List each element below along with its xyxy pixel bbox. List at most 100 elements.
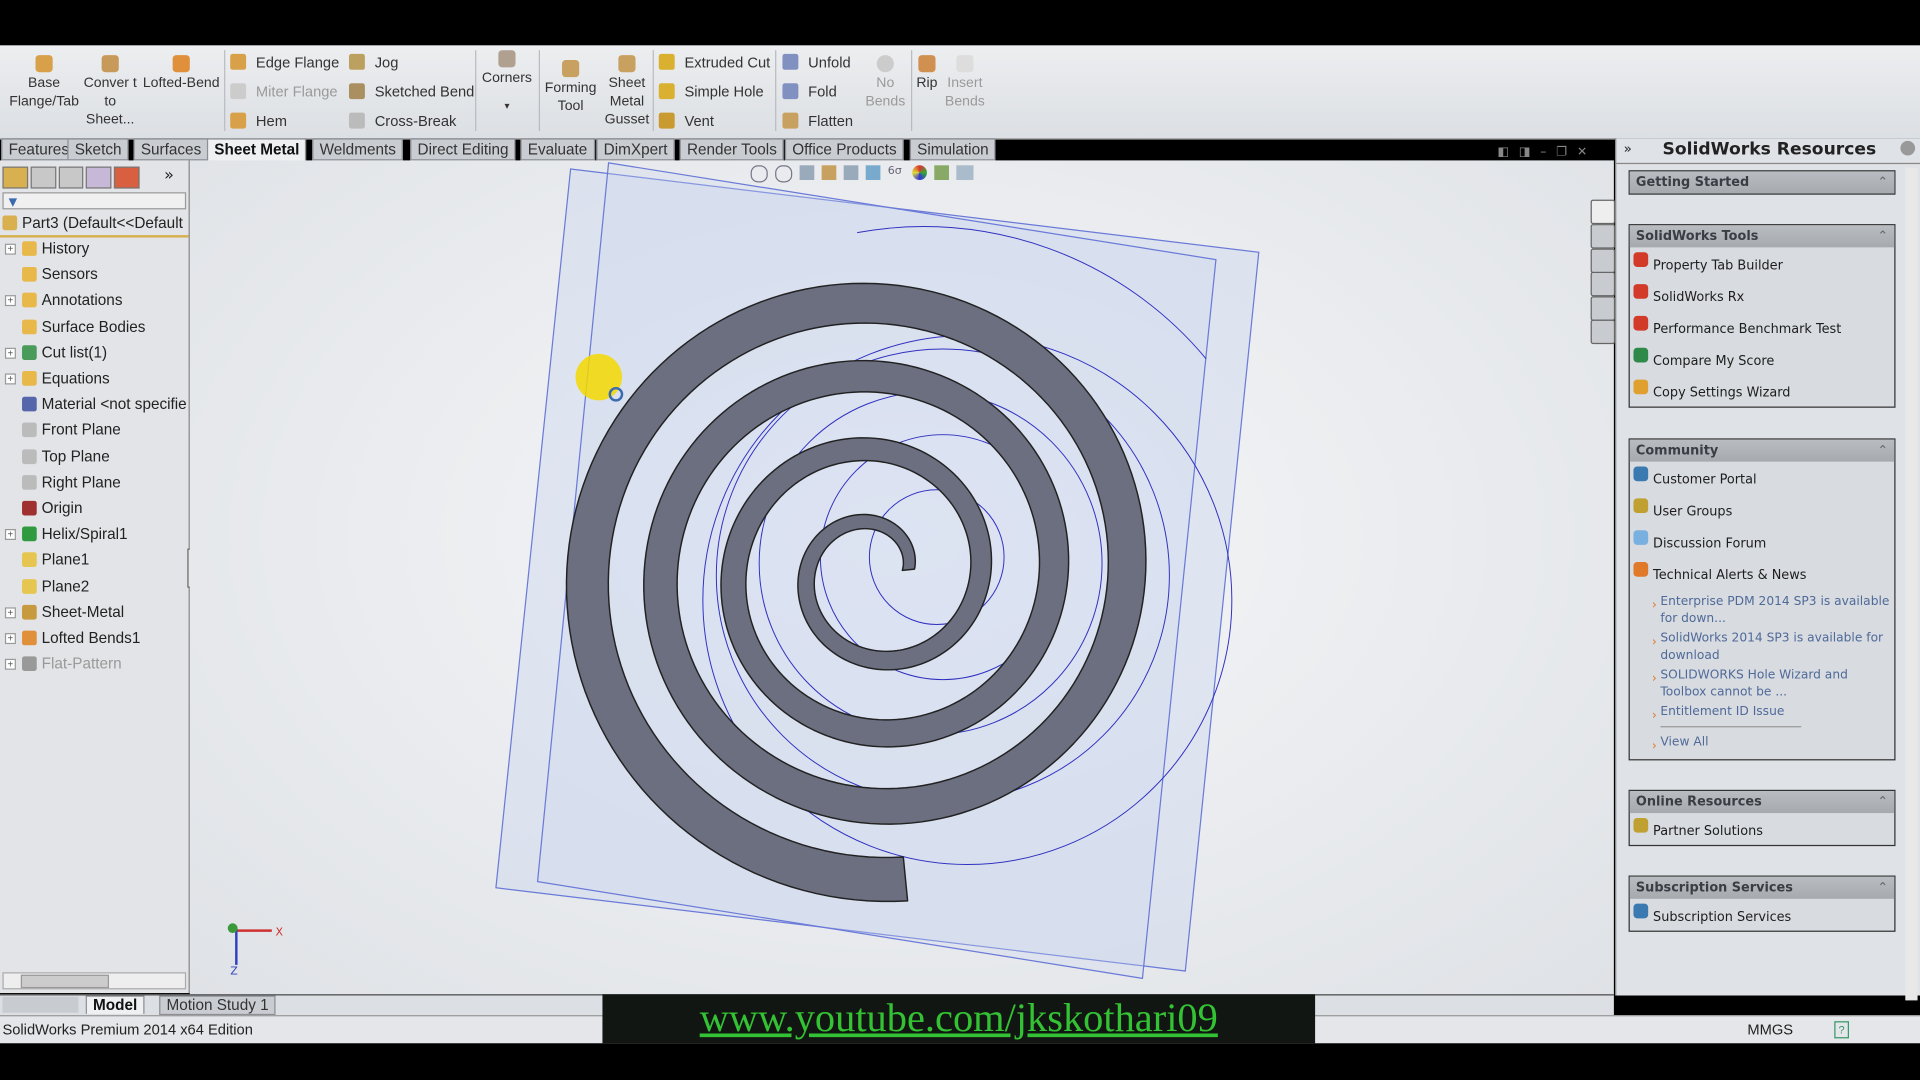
resource-link[interactable]: Customer Portal — [1630, 462, 1894, 494]
convert-to-sheet-button[interactable]: Conver t to Sheet... — [83, 45, 137, 129]
home-tab-icon[interactable] — [1590, 199, 1616, 225]
appearance-icon[interactable] — [912, 165, 927, 181]
collapse-taskpane-arrow[interactable]: » — [1624, 141, 1632, 157]
section-view-icon[interactable] — [821, 165, 837, 181]
units-selector[interactable]: MMGS — [1747, 1016, 1793, 1043]
base-flange-button[interactable]: Base Flange/Tab — [5, 45, 83, 111]
vertical-scrollbar[interactable] — [1905, 167, 1918, 1001]
view-palette-tab-icon[interactable] — [1590, 271, 1616, 297]
collapse-chevron-icon[interactable]: ⌃ — [1877, 440, 1888, 462]
tab-model[interactable]: Model — [85, 995, 145, 1014]
panel-header[interactable]: Online Resources ⌃ — [1629, 791, 1895, 814]
scene-icon[interactable] — [934, 165, 949, 181]
help-icon[interactable]: ? — [1834, 1021, 1849, 1039]
news-link[interactable]: SolidWorks 2014 SP3 is available for dow… — [1630, 631, 1894, 665]
model-view[interactable]: XZ — [190, 160, 1614, 994]
expand-toggle[interactable]: + — [4, 295, 16, 307]
tab-dimxpert[interactable]: DimXpert — [596, 138, 675, 161]
corners-button[interactable]: Corners ▾ — [480, 45, 534, 125]
display-style-icon[interactable] — [865, 165, 881, 181]
tab-evaluate[interactable]: Evaluate — [520, 138, 595, 161]
custom-properties-tab-icon[interactable] — [1590, 319, 1616, 345]
tab-render-tools[interactable]: Render Tools — [679, 138, 785, 161]
tab-scroll-buttons[interactable] — [2, 996, 79, 1013]
vent-button[interactable]: Vent — [658, 112, 714, 130]
feature-manager-tab-icon[interactable] — [2, 166, 28, 189]
restore-icon[interactable]: ❐ — [1556, 146, 1567, 159]
tab-office-products[interactable]: Office Products — [784, 138, 904, 161]
collapse-chevron-icon[interactable]: ⌃ — [1877, 877, 1888, 899]
expand-toggle[interactable]: + — [4, 633, 16, 645]
view-orientation-icon[interactable] — [843, 165, 859, 181]
resource-link[interactable]: Partner Solutions — [1630, 813, 1894, 845]
insert-bends-button[interactable]: Insert Bends — [943, 45, 987, 111]
news-link[interactable]: Enterprise PDM 2014 SP3 is available for… — [1630, 594, 1894, 628]
edge-flange-button[interactable]: Edge Flange — [230, 53, 339, 71]
resource-link[interactable]: User Groups — [1630, 493, 1894, 525]
panel-header[interactable]: Subscription Services ⌃ — [1629, 876, 1895, 899]
tab-sketch[interactable]: Sketch — [67, 138, 129, 161]
news-link[interactable]: Entitlement ID Issue — [1630, 704, 1894, 725]
property-manager-tab-icon[interactable] — [30, 166, 56, 189]
panel-header[interactable]: Getting Started ⌃ — [1629, 171, 1895, 194]
panel-header[interactable]: Community ⌃ — [1629, 439, 1895, 462]
resource-link[interactable]: Property Tab Builder — [1630, 247, 1894, 279]
horizontal-scrollbar[interactable] — [2, 972, 187, 990]
expand-toggle[interactable]: + — [4, 529, 16, 541]
resource-link[interactable]: Technical Alerts & News — [1630, 557, 1894, 589]
configuration-manager-tab-icon[interactable] — [58, 166, 84, 189]
extruded-cut-button[interactable]: Extruded Cut — [658, 53, 770, 71]
hem-button[interactable]: Hem — [230, 112, 287, 130]
expand-toggle[interactable]: + — [4, 243, 16, 255]
resource-link[interactable]: SolidWorks Rx — [1630, 279, 1894, 311]
flatten-button[interactable]: Flatten — [782, 112, 853, 130]
previous-view-icon[interactable] — [799, 165, 815, 181]
unfold-button[interactable]: Unfold — [782, 53, 851, 71]
news-link[interactable]: SOLIDWORKS Hole Wizard and Toolbox canno… — [1630, 667, 1894, 701]
fold-button[interactable]: Fold — [782, 83, 837, 100]
zoom-to-fit-icon[interactable] — [750, 165, 768, 183]
close-icon[interactable]: ✕ — [1577, 146, 1587, 159]
no-bends-button[interactable]: No Bends — [862, 45, 909, 111]
expand-toggle[interactable]: + — [4, 347, 16, 359]
scrollbar-thumb[interactable] — [20, 974, 109, 989]
tab-weldments[interactable]: Weldments — [312, 138, 404, 161]
minimize-icon[interactable]: – — [1540, 146, 1546, 159]
expand-toggle[interactable]: + — [4, 373, 16, 385]
collapse-chevron-icon[interactable]: ⌃ — [1877, 225, 1888, 247]
collapse-chevron-icon[interactable]: ⌃ — [1877, 171, 1888, 193]
resource-link[interactable]: Copy Settings Wizard — [1630, 375, 1894, 407]
tab-simulation[interactable]: Simulation — [909, 138, 996, 161]
tile-left-icon[interactable]: ◧ — [1498, 146, 1510, 159]
dimxpert-manager-tab-icon[interactable] — [86, 166, 112, 189]
rip-button[interactable]: Rip — [913, 45, 940, 93]
cross-break-button[interactable]: Cross-Break — [348, 112, 456, 130]
jog-button[interactable]: Jog — [348, 53, 398, 71]
tab-sheet-metal[interactable]: Sheet Metal — [206, 138, 307, 162]
expand-panel-arrow[interactable]: » — [164, 167, 174, 189]
expand-toggle[interactable]: + — [4, 607, 16, 619]
forming-tool-button[interactable]: Forming Tool — [541, 50, 600, 116]
tab-motion-study-1[interactable]: Motion Study 1 — [159, 995, 276, 1016]
hide-show-items-icon[interactable]: 6σ — [888, 165, 905, 180]
tab-features[interactable]: Features — [1, 138, 77, 161]
view-all-link[interactable]: View All — [1630, 735, 1894, 756]
filter-input[interactable]: ▼ — [2, 192, 187, 210]
miter-flange-button[interactable]: Miter Flange — [230, 83, 338, 100]
resource-link[interactable]: Compare My Score — [1630, 343, 1894, 375]
resource-link[interactable]: Discussion Forum — [1630, 525, 1894, 557]
zoom-to-area-icon[interactable] — [775, 165, 793, 183]
sketched-bend-button[interactable]: Sketched Bend — [348, 83, 474, 100]
display-manager-tab-icon[interactable] — [114, 166, 140, 189]
expand-toggle[interactable]: + — [4, 659, 16, 671]
tab-surfaces[interactable]: Surfaces — [133, 138, 209, 161]
sheet-metal-gusset-button[interactable]: Sheet Metal Gusset — [602, 45, 651, 129]
graphics-area[interactable]: XZ 6σ ◧ ◨ – ❐ ✕ — [189, 146, 1614, 995]
appearances-tab-icon[interactable] — [1590, 296, 1616, 321]
tree-root-part[interactable]: Part3 (Default<<Default — [0, 211, 189, 238]
view-settings-icon[interactable] — [956, 165, 974, 181]
pin-icon[interactable] — [1900, 140, 1916, 156]
corners-dropdown-arrow[interactable]: ▾ — [504, 100, 509, 111]
file-explorer-tab-icon[interactable] — [1590, 248, 1616, 274]
resource-link[interactable]: Performance Benchmark Test — [1630, 311, 1894, 343]
